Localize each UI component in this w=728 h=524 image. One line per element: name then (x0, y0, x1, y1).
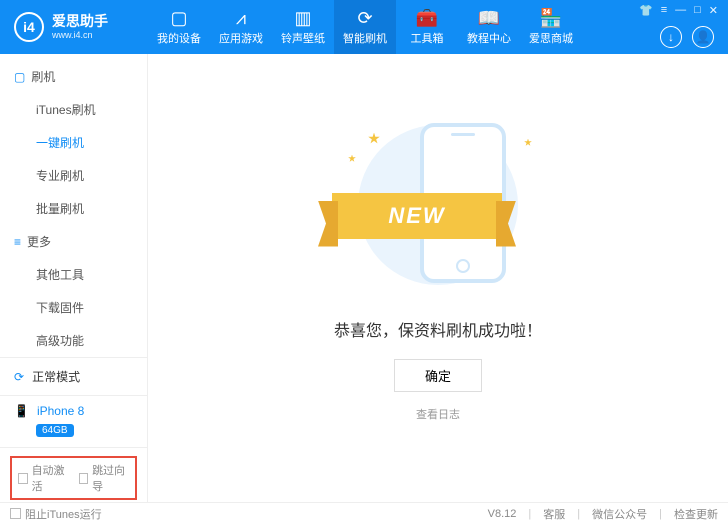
nav-ringtones[interactable]: ▥ 铃声壁纸 (272, 0, 334, 54)
check-update-link[interactable]: 检查更新 (674, 506, 718, 522)
sidebar: ▢ 刷机 iTunes刷机 一键刷机 专业刷机 批量刷机 ≡ 更多 其他工具 下… (0, 54, 148, 502)
ringtone-icon: ▥ (294, 9, 311, 27)
sidebar-item-other-tools[interactable]: 其他工具 (0, 258, 147, 291)
sidebar-item-itunes-flash[interactable]: iTunes刷机 (0, 93, 147, 126)
success-illustration: NEW (338, 115, 538, 295)
sidebar-group-more: ≡ 更多 (0, 225, 147, 258)
nav-store[interactable]: 🏪 爱思商城 (520, 0, 582, 54)
store-icon: 🏪 (540, 9, 562, 27)
main-content: NEW 恭喜您，保资料刷机成功啦！ 确定 查看日志 (148, 54, 728, 502)
wechat-link[interactable]: 微信公众号 (592, 506, 647, 522)
view-log-link[interactable]: 查看日志 (416, 406, 460, 422)
nav-toolbox[interactable]: 🧰 工具箱 (396, 0, 458, 54)
close-icon[interactable]: ✕ (709, 4, 718, 17)
sidebar-group-flash: ▢ 刷机 (0, 60, 147, 93)
hamburger-icon: ≡ (14, 235, 21, 249)
menu-icon[interactable]: ≡ (661, 4, 667, 17)
app-header: i4 爱思助手 www.i4.cn ▢ 我的设备 ⩘ 应用游戏 ▥ 铃声壁纸 ⟳… (0, 0, 728, 54)
highlighted-options: 自动激活 跳过向导 (10, 456, 137, 500)
nav-flash[interactable]: ⟳ 智能刷机 (334, 0, 396, 54)
mode-indicator[interactable]: ⟳ 正常模式 (0, 357, 147, 395)
block-itunes-checkbox[interactable]: 阻止iTunes运行 (10, 506, 102, 522)
user-button[interactable]: 👤 (692, 26, 714, 48)
version-label: V8.12 (488, 508, 517, 520)
brand-url: www.i4.cn (52, 30, 108, 41)
phone-outline-icon: ▢ (14, 70, 25, 84)
device-phone-icon: 📱 (14, 404, 29, 418)
flash-icon: ⟳ (357, 9, 372, 27)
sidebar-item-oneclick-flash[interactable]: 一键刷机 (0, 126, 147, 159)
sidebar-item-batch-flash[interactable]: 批量刷机 (0, 192, 147, 225)
sidebar-item-download-firmware[interactable]: 下载固件 (0, 291, 147, 324)
tshirt-icon[interactable]: 👕 (639, 4, 653, 17)
ok-button[interactable]: 确定 (394, 359, 482, 392)
nav-my-device[interactable]: ▢ 我的设备 (148, 0, 210, 54)
support-link[interactable]: 客服 (543, 506, 565, 522)
phone-icon: ▢ (170, 9, 187, 27)
sidebar-item-advanced[interactable]: 高级功能 (0, 324, 147, 357)
refresh-icon: ⟳ (14, 370, 24, 384)
window-controls: 👕 ≡ — □ ✕ (639, 4, 718, 17)
device-info[interactable]: 📱 iPhone 8 64GB (0, 395, 147, 447)
download-button[interactable]: ↓ (660, 26, 682, 48)
book-icon: 📖 (478, 9, 500, 27)
toolbox-icon: 🧰 (416, 9, 438, 27)
sidebar-item-pro-flash[interactable]: 专业刷机 (0, 159, 147, 192)
nav-apps[interactable]: ⩘ 应用游戏 (210, 0, 272, 54)
logo-icon: i4 (14, 12, 44, 42)
auto-activate-checkbox[interactable]: 自动激活 (18, 462, 69, 494)
brand-name: 爱思助手 (52, 13, 108, 30)
minimize-icon[interactable]: — (675, 4, 686, 17)
apps-icon: ⩘ (236, 9, 246, 27)
nav-tutorials[interactable]: 📖 教程中心 (458, 0, 520, 54)
skip-guide-checkbox[interactable]: 跳过向导 (79, 462, 130, 494)
new-ribbon: NEW (332, 193, 502, 239)
success-message: 恭喜您，保资料刷机成功啦！ (334, 317, 542, 341)
logo-box: i4 爱思助手 www.i4.cn (0, 0, 148, 54)
storage-badge: 64GB (36, 424, 74, 437)
top-nav: ▢ 我的设备 ⩘ 应用游戏 ▥ 铃声壁纸 ⟳ 智能刷机 🧰 工具箱 📖 教程中心… (148, 0, 582, 54)
maximize-icon[interactable]: □ (694, 4, 701, 17)
